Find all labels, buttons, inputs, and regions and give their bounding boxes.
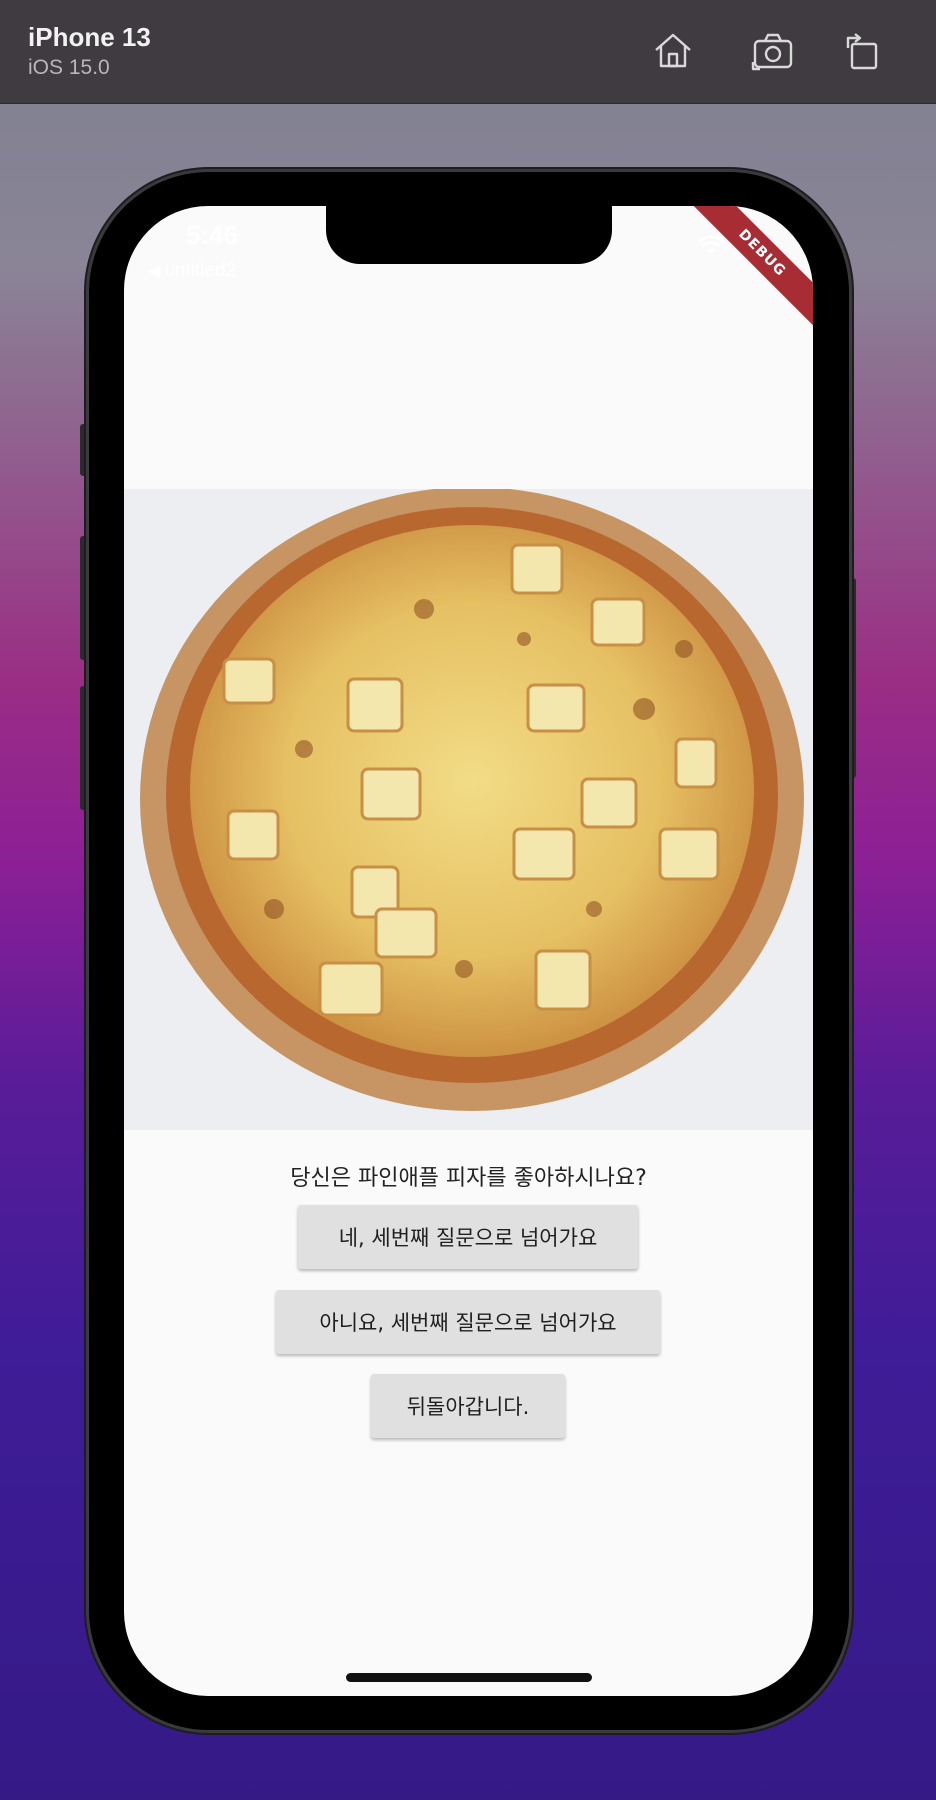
screenshot-icon[interactable]	[750, 28, 796, 74]
wifi-icon	[698, 236, 724, 254]
power-button	[848, 578, 856, 778]
no-next-question-button[interactable]: 아니요, 세번째 질문으로 넘어가요	[276, 1290, 660, 1354]
simulator-toolbar: iPhone 13 iOS 15.0	[0, 0, 936, 104]
device-name: iPhone 13	[28, 22, 151, 52]
go-back-button[interactable]: 뒤돌아갑니다.	[371, 1374, 565, 1438]
back-app-label: untitled2	[164, 260, 237, 281]
home-indicator[interactable]	[346, 1673, 592, 1682]
back-chevron-icon: ◀	[148, 263, 161, 280]
os-version: iOS 15.0	[28, 56, 110, 79]
back-to-app-link[interactable]: ◀ untitled2	[148, 260, 236, 282]
notch	[326, 206, 612, 264]
yes-next-question-button[interactable]: 네, 세번째 질문으로 넘어가요	[298, 1205, 638, 1269]
home-icon[interactable]	[650, 28, 696, 74]
rotate-icon[interactable]	[840, 28, 886, 74]
pineapple-pizza-image	[124, 489, 813, 1130]
status-time: 5:46	[186, 220, 239, 250]
question-text: 당신은 파인애플 피자를 좋아하시나요?	[290, 1166, 647, 1191]
phone-screen: 5:46 ◀ untitled2 DEBUG 당신은 파인애플 피자를 좋아하시…	[124, 206, 813, 1696]
